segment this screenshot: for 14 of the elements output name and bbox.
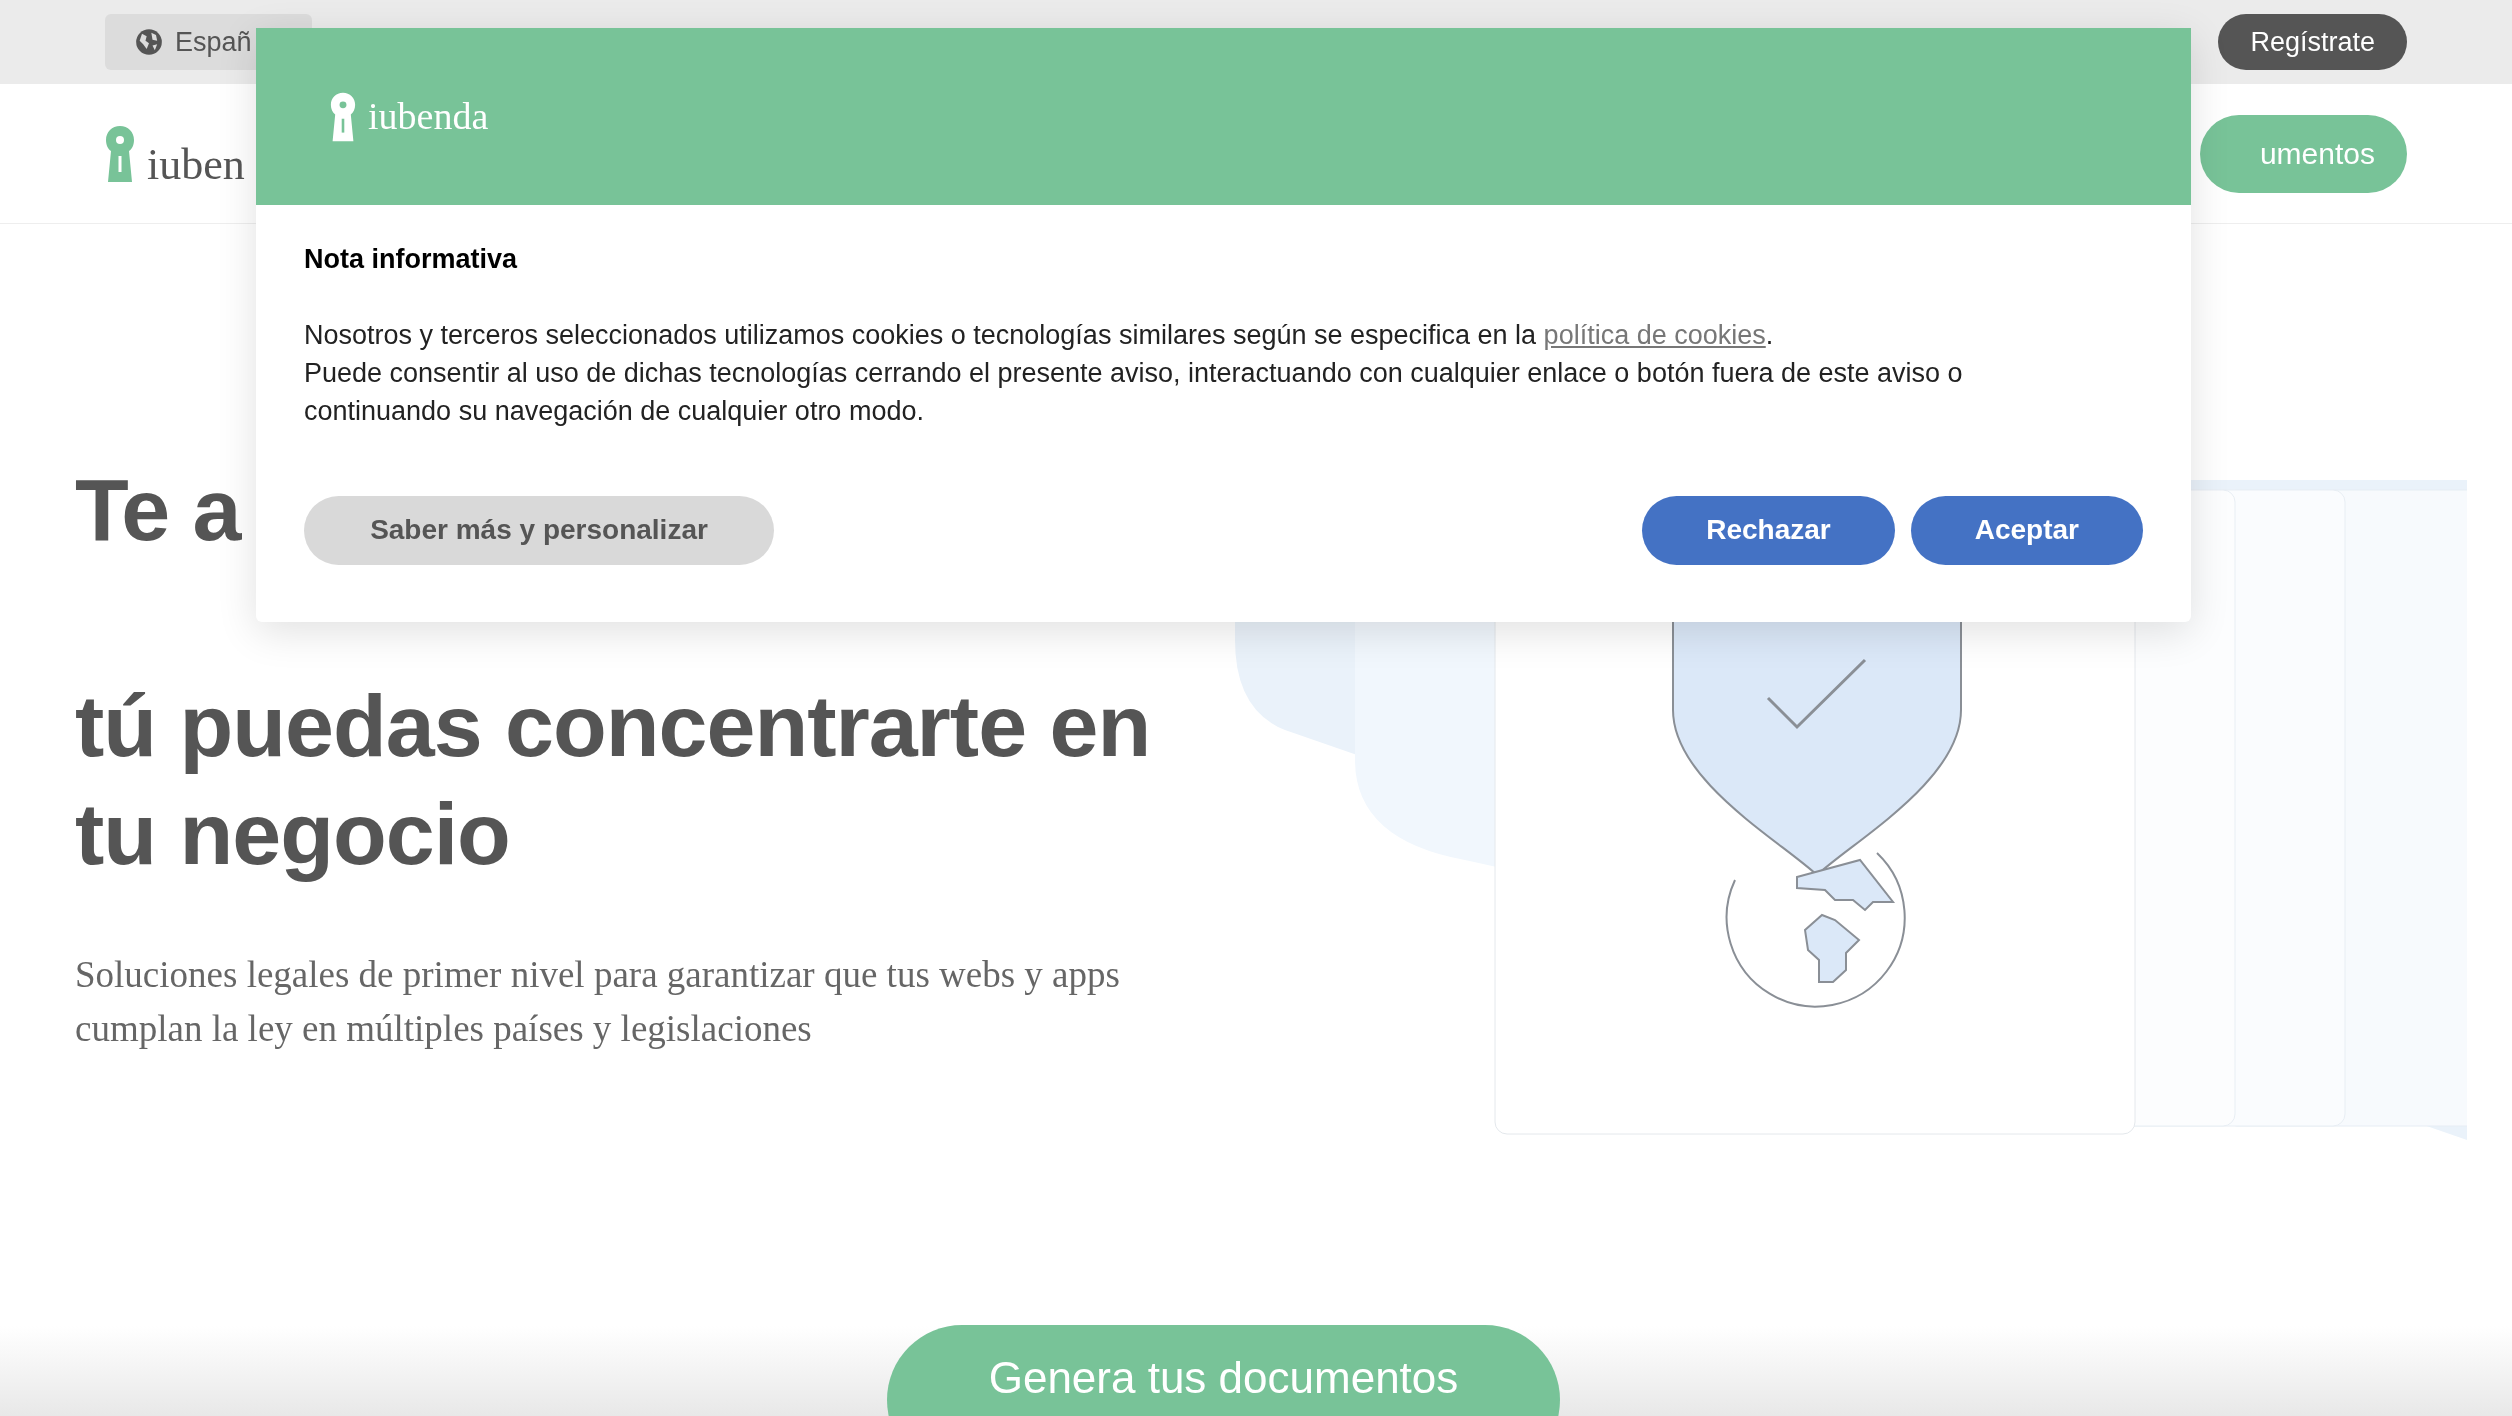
hero-heading: tú puedas concentrarte en tu negocio	[75, 675, 1152, 885]
dialog-title: Nota informativa	[304, 243, 519, 276]
cookie-policy-link[interactable]: política de cookies	[1543, 319, 1766, 350]
hero-heading-start: Te a	[75, 459, 241, 561]
register-button[interactable]: Regístrate	[2218, 14, 2407, 70]
dialog-logo-text: iubenda	[368, 94, 489, 139]
globe-icon	[135, 28, 163, 56]
hero-subtitle: Soluciones legales de primer nivel para garantizar que tus webs y apps cumplan la ley en múltiples países y legislaciones	[75, 953, 1121, 1051]
dialog-action-button[interactable]: Rechazar	[1642, 495, 1895, 565]
logo-text: iuben	[147, 142, 245, 187]
consent-text: Puede consentir al uso de dichas tecnologías cerrando el presente aviso, interactuando con cualquier enlace o botón fuera de este aviso o continuando su navegación de cualquier otro modo.	[304, 356, 1964, 428]
customize-button[interactable]: Saber más y personalizar	[304, 495, 774, 565]
dialog-action-button[interactable]: Aceptar	[1910, 495, 2143, 565]
cookie-notice-text: Nosotros y terceros seleccionados utilizamos cookies o tecnologías similares según se especifica en la política de cookies.	[304, 318, 1775, 352]
